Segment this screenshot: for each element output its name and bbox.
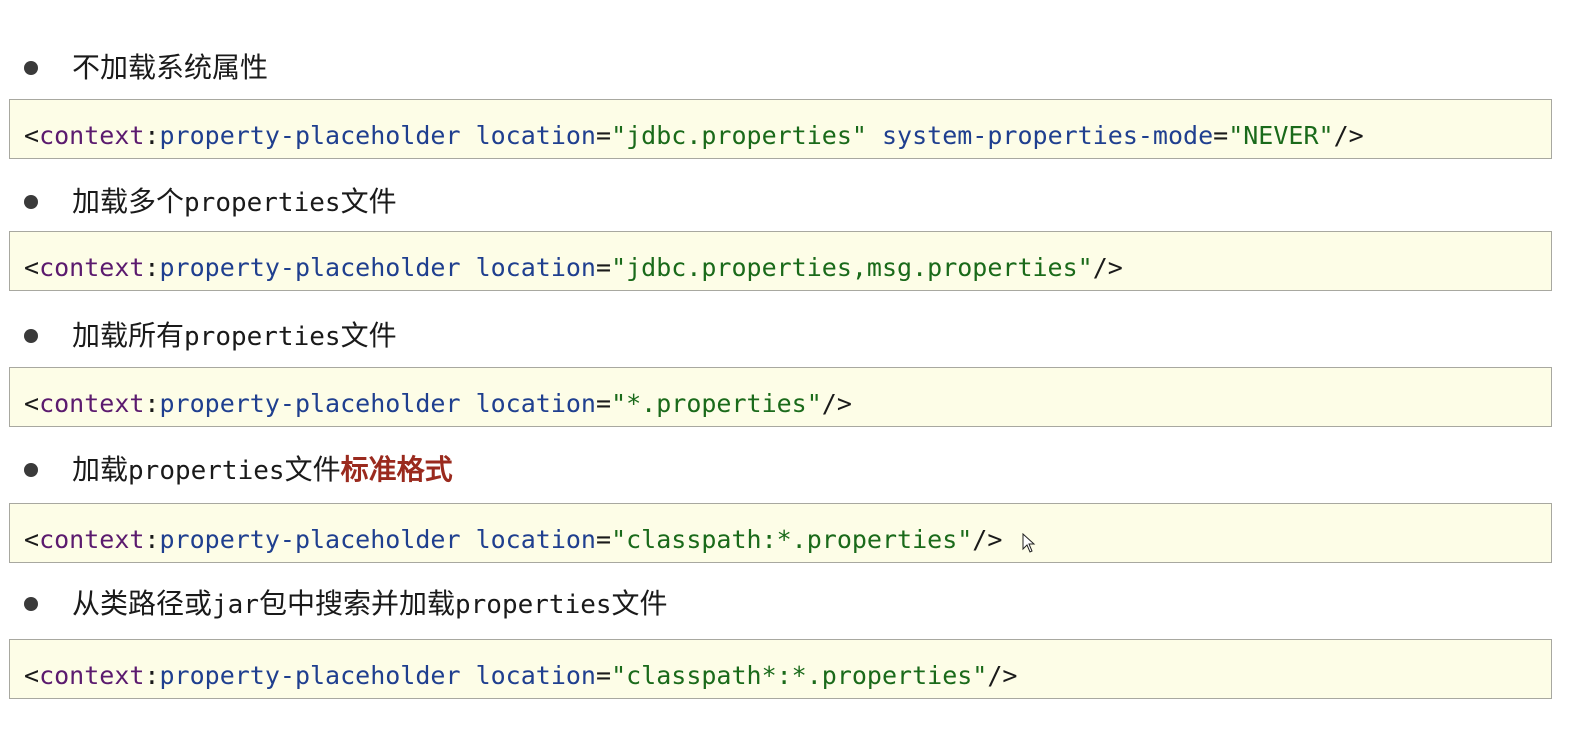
code-tag-name: property-placeholder	[159, 661, 461, 690]
bullet-item: 不加载系统属性	[0, 48, 1588, 88]
code-tag-name: property-placeholder	[159, 525, 461, 554]
code-block: <context:property-placeholder location="…	[9, 639, 1552, 699]
bullet-text: 加载多个properties文件	[72, 182, 397, 223]
code-attr-name: location	[475, 389, 596, 418]
bullet-text: 加载properties文件标准格式	[72, 450, 453, 491]
bullet-dot-icon	[24, 463, 38, 477]
code-attr-name: location	[475, 121, 596, 150]
bullet-text-part: 不加载系统属性	[72, 51, 269, 84]
bullet-text-part: 标准格式	[340, 452, 453, 486]
code-close-bracket: />	[821, 389, 852, 418]
code-equals: =	[596, 121, 612, 150]
code-line: <context:property-placeholder location="…	[24, 504, 1002, 562]
code-close-bracket: />	[987, 661, 1018, 690]
code-equals: =	[596, 525, 612, 554]
code-colon: :	[144, 389, 160, 418]
bullet-dot-icon	[24, 329, 38, 343]
code-colon: :	[144, 253, 160, 282]
code-namespace: context	[39, 525, 145, 554]
bullet-text-part: properties	[184, 321, 341, 352]
code-attr-name: location	[475, 253, 596, 282]
bullet-text-part: properties	[184, 187, 341, 218]
code-open-bracket: <	[24, 253, 40, 282]
code-attr-value: "jdbc.properties"	[611, 121, 867, 150]
code-attr-value: "NEVER"	[1228, 121, 1334, 150]
code-open-bracket: <	[24, 525, 40, 554]
code-namespace: context	[39, 389, 145, 418]
code-open-bracket: <	[24, 389, 40, 418]
code-open-bracket: <	[24, 121, 40, 150]
code-close-bracket: />	[1092, 253, 1123, 282]
bullet-dot-icon	[24, 195, 38, 209]
mouse-pointer-icon	[1022, 533, 1036, 553]
code-attr-name: system-properties-mode	[882, 121, 1214, 150]
code-block: <context:property-placeholder location="…	[9, 503, 1552, 563]
bullet-text: 加载所有properties文件	[72, 316, 397, 357]
code-line: <context:property-placeholder location="…	[24, 232, 1123, 290]
code-line: <context:property-placeholder location="…	[24, 368, 852, 426]
code-attr-name: location	[475, 661, 596, 690]
code-tag-name: property-placeholder	[159, 121, 461, 150]
bullet-text-part: 文件	[611, 586, 668, 620]
code-colon: :	[144, 525, 160, 554]
bullet-text-part: 加载所有	[72, 318, 185, 352]
bullet-text-part: 文件	[340, 318, 397, 352]
code-namespace: context	[39, 121, 145, 150]
bullet-item: 加载多个properties文件	[0, 182, 1588, 222]
code-line: <context:property-placeholder location="…	[24, 640, 1017, 698]
bullet-text-part: 加载	[72, 452, 129, 486]
bullet-dot-icon	[24, 61, 38, 75]
code-attr-value: "classpath:*.properties"	[611, 525, 973, 554]
bullet-item: 加载properties文件标准格式	[0, 450, 1588, 490]
code-attr-value: "jdbc.properties,msg.properties"	[611, 253, 1093, 282]
code-equals: =	[596, 389, 612, 418]
code-namespace: context	[39, 661, 145, 690]
code-attr-value: "classpath*:*.properties"	[611, 661, 988, 690]
bullet-text-part: 从类路径或	[72, 586, 213, 620]
code-attr-name: location	[475, 525, 596, 554]
code-close-bracket: />	[1333, 121, 1364, 150]
bullet-dot-icon	[24, 597, 38, 611]
code-block: <context:property-placeholder location="…	[9, 99, 1552, 159]
code-line: <context:property-placeholder location="…	[24, 100, 1364, 158]
code-attr-value: "*.properties"	[611, 389, 822, 418]
code-block: <context:property-placeholder location="…	[9, 367, 1552, 427]
code-block: <context:property-placeholder location="…	[9, 231, 1552, 291]
bullet-text-part: jar	[212, 589, 259, 620]
bullet-text-part: 包中搜索并加载	[258, 586, 455, 620]
code-equals: =	[596, 253, 612, 282]
bullet-text-part: 加载多个	[72, 184, 185, 218]
code-colon: :	[144, 661, 160, 690]
code-tag-name: property-placeholder	[159, 389, 461, 418]
bullet-text-part: properties	[455, 589, 612, 620]
code-colon: :	[144, 121, 160, 150]
bullet-text: 不加载系统属性	[72, 48, 268, 88]
bullet-text: 从类路径或jar包中搜索并加载properties文件	[72, 584, 668, 625]
bullet-item: 从类路径或jar包中搜索并加载properties文件	[0, 584, 1588, 624]
bullet-text-part: 文件	[340, 184, 397, 218]
code-close-bracket: />	[972, 525, 1003, 554]
code-equals: =	[596, 661, 612, 690]
bullet-item: 加载所有properties文件	[0, 316, 1588, 356]
bullet-text-part: properties	[128, 455, 285, 486]
code-tag-name: property-placeholder	[159, 253, 461, 282]
code-equals: =	[1213, 121, 1229, 150]
bullet-text-part: 文件	[284, 452, 341, 486]
code-open-bracket: <	[24, 661, 40, 690]
code-namespace: context	[39, 253, 145, 282]
